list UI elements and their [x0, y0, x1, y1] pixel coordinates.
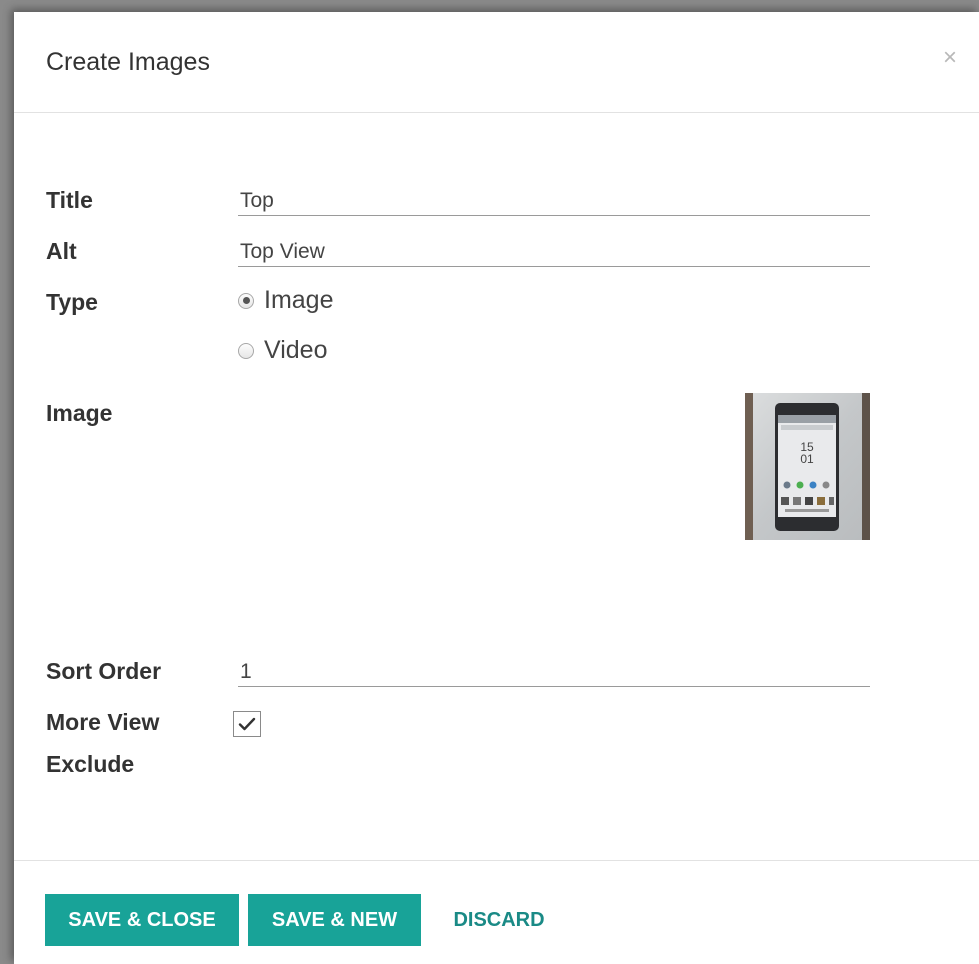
type-option-video-label: Video [264, 336, 328, 364]
type-option-image[interactable]: Image [238, 286, 333, 315]
dialog-footer: SAVE & CLOSE SAVE & NEW DISCARD [14, 860, 979, 964]
type-label: Type [46, 289, 98, 315]
radio-button-image[interactable] [238, 292, 254, 309]
close-icon[interactable]: × [943, 46, 957, 70]
type-option-image-label: Image [264, 286, 334, 314]
image-thumbnail[interactable]: 15 01 [745, 393, 870, 540]
sort-order-input[interactable] [238, 657, 870, 687]
title-label: Title [46, 187, 93, 213]
discard-button[interactable]: DISCARD [438, 894, 560, 946]
dialog-title: Create Images [46, 48, 210, 76]
more-view-exclude-label-line1: More View [46, 709, 160, 735]
phone-photo-thumbnail-icon: 15 01 [745, 393, 870, 540]
image-label: Image [46, 400, 113, 426]
save-and-new-button[interactable]: SAVE & NEW [248, 894, 421, 946]
save-and-close-button[interactable]: SAVE & CLOSE [45, 894, 239, 946]
checkmark-icon [238, 717, 256, 731]
radio-button-video[interactable] [238, 342, 254, 359]
thumbnail-clock-minute: 01 [800, 452, 814, 466]
more-view-exclude-checkbox[interactable] [233, 711, 261, 737]
alt-label: Alt [46, 238, 77, 264]
radio-selected-dot [242, 297, 250, 304]
title-input[interactable] [238, 186, 870, 216]
type-option-video[interactable]: Video [238, 336, 328, 365]
more-view-exclude-label-line2: Exclude [46, 751, 135, 777]
sort-order-label: Sort Order [46, 658, 162, 684]
create-images-dialog: Create Images × Title Alt Type Image Vid… [14, 12, 979, 964]
alt-input[interactable] [238, 237, 870, 267]
dialog-header: Create Images × [14, 12, 979, 113]
